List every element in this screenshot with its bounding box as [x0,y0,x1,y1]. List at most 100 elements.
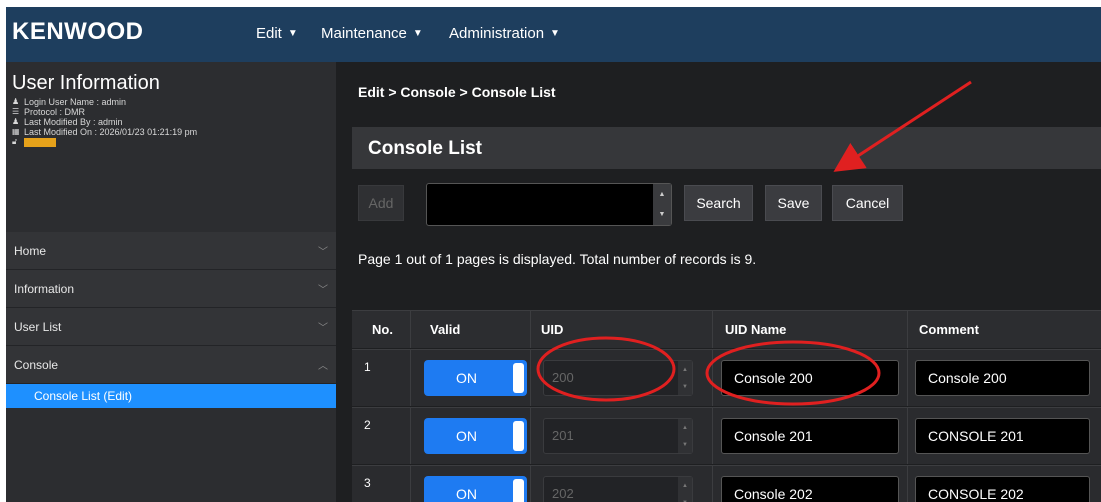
menu-maintenance[interactable]: Maintenance ▼ [321,25,423,42]
spin-down-icon: ▼ [682,383,688,390]
kenwood-logo: KENWOOD [12,18,144,45]
spin-up-icon: ▲ [682,424,688,431]
col-header-uid: UID [541,322,564,337]
spin-up-icon: ▲ [682,482,688,489]
user-info-title: User Information [12,72,160,94]
sidebar-item-label: Home [14,243,47,258]
top-navbar: KENWOOD Edit ▼ Maintenance ▼ Administrat… [6,7,1101,62]
uid-value: 202 [552,486,574,501]
page-title: Console List [368,138,483,159]
status-line: 🔓︎ Normal [12,137,330,147]
column-divider [907,408,908,464]
table-row: 3 ON 202 ▲ ▼ Console 202 CONSOLE 202 [352,465,1101,502]
sidebar-item-label: Information [14,281,75,296]
sidebar-item-label: Console [14,357,59,372]
table-row: 2 ON 201 ▲ ▼ Console 201 CONSOLE 201 [352,407,1101,464]
app-window: KENWOOD Edit ▼ Maintenance ▼ Administrat… [6,7,1101,502]
protocol-text: Protocol : DMR [24,107,86,117]
last-modified-by-text: Last Modified By : admin [24,117,123,127]
page-info-text: Page 1 out of 1 pages is displayed. Tota… [358,251,757,267]
row-number: 3 [364,476,371,490]
sidebar-item-information[interactable]: Information ﹀ [6,270,336,308]
calendar-icon: ▦ [12,127,20,136]
comment-input[interactable]: CONSOLE 201 [915,418,1090,454]
comment-input[interactable]: Console 200 [915,360,1090,396]
uid-name-input[interactable]: Console 202 [721,476,899,502]
uid-input-disabled: 201 ▲ ▼ [543,418,693,454]
column-divider [530,311,531,348]
toggle-knob [513,479,524,502]
login-user-text: Login User Name : admin [24,97,127,107]
spinner: ▲ ▼ [678,477,692,502]
spin-down-icon: ▼ [682,441,688,448]
breadcrumb: Edit > Console > Console List [358,84,556,100]
col-header-no: No. [372,322,393,337]
menu-edit[interactable]: Edit ▼ [256,25,298,42]
spin-up-icon[interactable]: ▲ [659,191,666,198]
column-divider [907,311,908,348]
col-header-comment: Comment [919,322,979,337]
sidebar-subitem-console-list-edit[interactable]: Console List (Edit) [6,384,336,408]
spinner: ▲ ▼ [678,361,692,395]
toggle-knob [513,363,524,393]
toggle-knob [513,421,524,451]
sidebar-item-label: User List [14,319,62,334]
protocol-line: ☰ Protocol : DMR [12,107,330,117]
uid-input-disabled: 202 ▲ ▼ [543,476,693,502]
spinner[interactable]: ▲ ▼ [653,184,671,225]
unlock-icon: 🔓︎ [12,137,18,146]
comment-input[interactable]: CONSOLE 202 [915,476,1090,502]
column-divider [410,350,411,406]
menu-administration[interactable]: Administration ▼ [449,25,560,42]
last-modified-on-text: Last Modified On : 2026/01/23 01:21:19 p… [24,127,198,137]
spin-up-icon: ▲ [682,366,688,373]
menu-maintenance-label: Maintenance [321,25,407,42]
column-divider [907,350,908,406]
sidebar-item-console[interactable]: Console ︿ [6,346,336,384]
valid-toggle[interactable]: ON [424,418,527,454]
status-badge: Normal [24,137,56,147]
user-icon: ♟ [12,97,20,106]
sidebar-item-home[interactable]: Home ﹀ [6,232,336,270]
col-header-valid: Valid [430,322,461,337]
uid-name-input[interactable]: Console 201 [721,418,899,454]
caret-down-icon: ▼ [550,28,560,39]
spin-down-icon[interactable]: ▼ [659,211,666,218]
row-number: 1 [364,360,371,374]
uid-value: 200 [552,370,574,385]
column-divider [712,466,713,502]
sidebar-item-user-list[interactable]: User List ﹀ [6,308,336,346]
column-divider [907,466,908,502]
cancel-button[interactable]: Cancel [832,185,903,221]
col-header-uid-name: UID Name [725,322,787,337]
column-divider [410,408,411,464]
uid-name-input[interactable]: Console 200 [721,360,899,396]
save-button[interactable]: Save [765,185,822,221]
table-header: No. Valid UID UID Name Comment [352,310,1101,348]
column-divider [712,350,713,406]
uid-input-disabled: 200 ▲ ▼ [543,360,693,396]
sidebar-nav: Home ﹀ Information ﹀ User List ﹀ Console… [6,232,336,408]
search-button[interactable]: Search [684,185,753,221]
valid-toggle[interactable]: ON [424,476,527,502]
login-user-line: ♟ Login User Name : admin [12,97,330,107]
page-title-bar: Console List [352,127,1101,169]
row-number: 2 [364,418,371,432]
last-modified-by-line: ♟ Last Modified By : admin [12,117,330,127]
chevron-down-icon: ﹀ [318,323,328,334]
toggle-label: ON [456,486,477,502]
table-row: 1 ON 200 ▲ ▼ Console 200 Console 200 [352,349,1101,406]
column-divider [410,311,411,348]
column-divider [712,311,713,348]
search-input[interactable]: ▲ ▼ [426,183,672,226]
caret-down-icon: ▼ [412,28,423,39]
main-content: Edit > Console > Console List Console Li… [336,62,1101,502]
menu-administration-label: Administration [449,25,545,42]
chevron-up-icon: ︿ [318,361,328,372]
add-button[interactable]: Add [358,185,404,221]
user-info-panel: User Information ♟ Login User Name : adm… [6,62,336,231]
toggle-label: ON [456,428,477,444]
chevron-down-icon: ﹀ [318,285,328,296]
column-divider [530,408,531,464]
valid-toggle[interactable]: ON [424,360,527,396]
